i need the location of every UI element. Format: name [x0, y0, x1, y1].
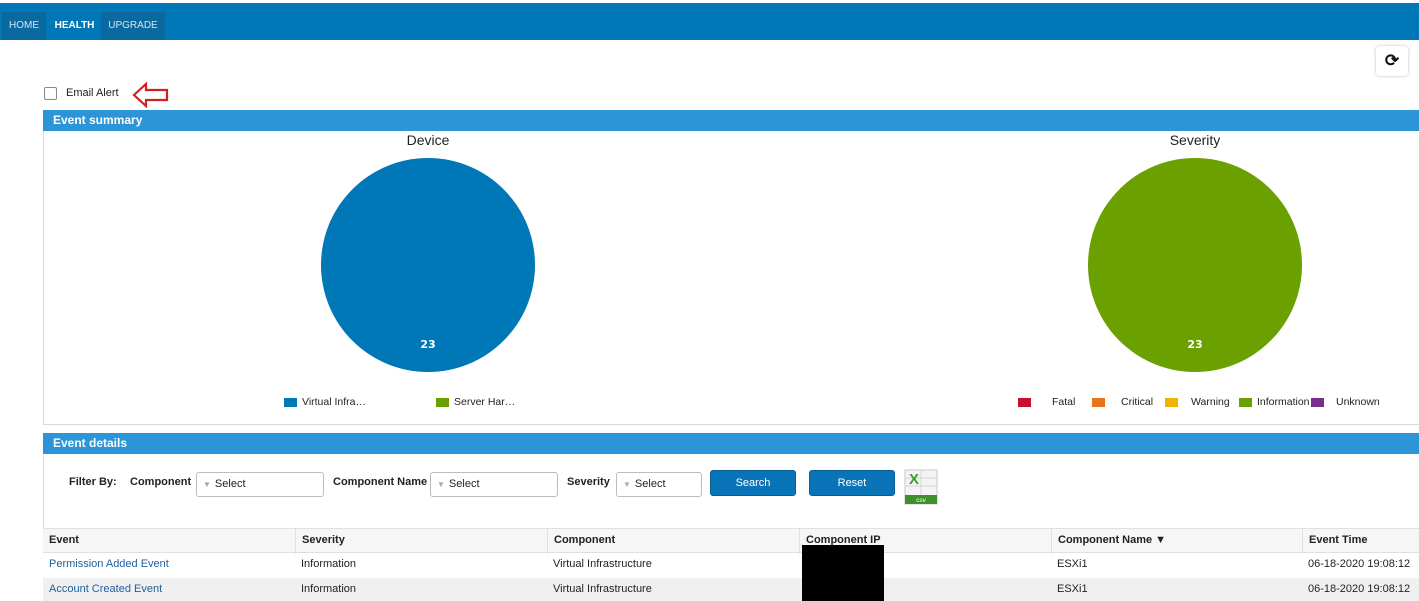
tab-upgrade[interactable]: UPGRADE	[101, 12, 165, 40]
event-summary-panel: Device 23 Virtual Infra… Server Har… Sev…	[43, 131, 1419, 425]
legend-label: Information	[1257, 396, 1310, 408]
table-cell-severity: Information	[301, 558, 357, 570]
legend-label: Virtual Infra…	[302, 396, 366, 408]
device-pie-count: 23	[420, 338, 435, 351]
legend-swatch	[436, 397, 449, 407]
severity-pie-count: 23	[1187, 338, 1202, 351]
component-name-select[interactable]: ▼ Select	[430, 472, 558, 497]
legend-label: Critical	[1121, 396, 1154, 408]
email-alert-option: Email Alert	[44, 86, 119, 100]
table-cell-component-name: ESXi1	[1057, 583, 1088, 595]
severity-legend-item-warning[interactable]: Warning	[1165, 396, 1230, 408]
device-legend-item-virtual-infra[interactable]: Virtual Infra…	[284, 396, 366, 408]
table-cell-component-name: ESXi1	[1057, 558, 1088, 570]
table-cell-event-time: 06-18-2020 19:08:12	[1308, 558, 1411, 570]
refresh-icon: ⟳	[1384, 51, 1400, 70]
severity-legend-item-unknown[interactable]: Unknown	[1311, 396, 1380, 408]
event-summary-header: Event summary	[43, 110, 1419, 131]
legend-label: Fatal	[1052, 396, 1076, 408]
component-name-filter-label: Component Name	[333, 476, 428, 488]
device-pie-chart[interactable]: 23	[320, 157, 536, 373]
severity-select-value: Select	[634, 478, 666, 490]
csv-label: csv	[916, 497, 927, 504]
excel-csv-icon[interactable]: X csv	[901, 469, 939, 507]
table-cell-severity: Information	[301, 583, 357, 595]
table-row[interactable]: Account Created Event Information Virtua…	[43, 578, 1419, 601]
severity-legend-item-critical[interactable]: Critical	[1092, 396, 1153, 408]
chevron-down-icon: ▼	[203, 480, 211, 489]
device-chart-title: Device	[406, 132, 450, 148]
column-header-component[interactable]: Component	[547, 529, 799, 554]
left-arrow-icon	[132, 82, 169, 108]
chevron-down-icon: ▼	[623, 480, 631, 489]
table-cell-event-time: 06-18-2020 19:08:12	[1308, 583, 1411, 595]
component-filter-label: Component	[130, 476, 192, 488]
column-header-event-time[interactable]: Event Time	[1302, 529, 1419, 554]
severity-filter-label: Severity	[567, 476, 610, 488]
filter-by-label: Filter By:	[69, 476, 117, 488]
svg-text:X: X	[909, 471, 919, 488]
column-header-component-name[interactable]: Component Name ▼	[1051, 529, 1302, 554]
legend-swatch	[284, 397, 297, 407]
table-cell-component: Virtual Infrastructure	[553, 583, 652, 595]
chevron-down-icon: ▼	[437, 480, 445, 489]
table-cell-component: Virtual Infrastructure	[553, 558, 652, 570]
severity-legend-item-fatal[interactable]: Fatal	[1018, 396, 1075, 408]
tab-health[interactable]: HEALTH	[48, 12, 101, 40]
column-header-event[interactable]: Event	[43, 529, 296, 554]
top-nav-bar: HOME HEALTH UPGRADE	[0, 3, 1419, 40]
refresh-button[interactable]: ⟳	[1376, 46, 1408, 76]
event-name-link[interactable]: Account Created Event	[43, 578, 162, 601]
redacted-ip-block	[802, 545, 884, 601]
legend-swatch	[1092, 397, 1105, 407]
device-legend-item-server-hardware[interactable]: Server Har…	[436, 396, 515, 408]
legend-swatch	[1018, 397, 1031, 407]
email-alert-checkbox[interactable]	[44, 86, 57, 100]
legend-swatch	[1239, 397, 1252, 407]
search-button[interactable]: Search	[710, 470, 796, 496]
legend-swatch	[1311, 397, 1324, 407]
column-header-severity[interactable]: Severity	[295, 529, 547, 554]
table-header-row: Event Severity Component Component IP Co…	[43, 528, 1419, 554]
severity-select[interactable]: ▼ Select	[616, 472, 702, 497]
legend-label: Server Har…	[454, 396, 516, 408]
legend-swatch	[1165, 397, 1178, 407]
reset-button[interactable]: Reset	[809, 470, 895, 496]
severity-legend-item-information[interactable]: Information	[1239, 396, 1310, 408]
severity-chart-title: Severity	[1169, 132, 1221, 148]
event-details-header: Event details	[43, 433, 1419, 454]
filter-bar: Filter By: Component ▼ Select Component N…	[43, 455, 1419, 528]
email-alert-label[interactable]: Email Alert	[66, 87, 119, 99]
legend-label: Warning	[1191, 396, 1230, 408]
event-name-link[interactable]: Permission Added Event	[43, 553, 169, 578]
legend-label: Unknown	[1336, 396, 1380, 408]
component-select[interactable]: ▼ Select	[196, 472, 324, 497]
severity-pie-chart[interactable]: 23	[1087, 157, 1303, 373]
component-select-value: Select	[214, 478, 246, 490]
table-row[interactable]: Permission Added Event Information Virtu…	[43, 553, 1419, 578]
tab-home[interactable]: HOME	[2, 12, 46, 40]
component-name-select-value: Select	[448, 478, 480, 490]
